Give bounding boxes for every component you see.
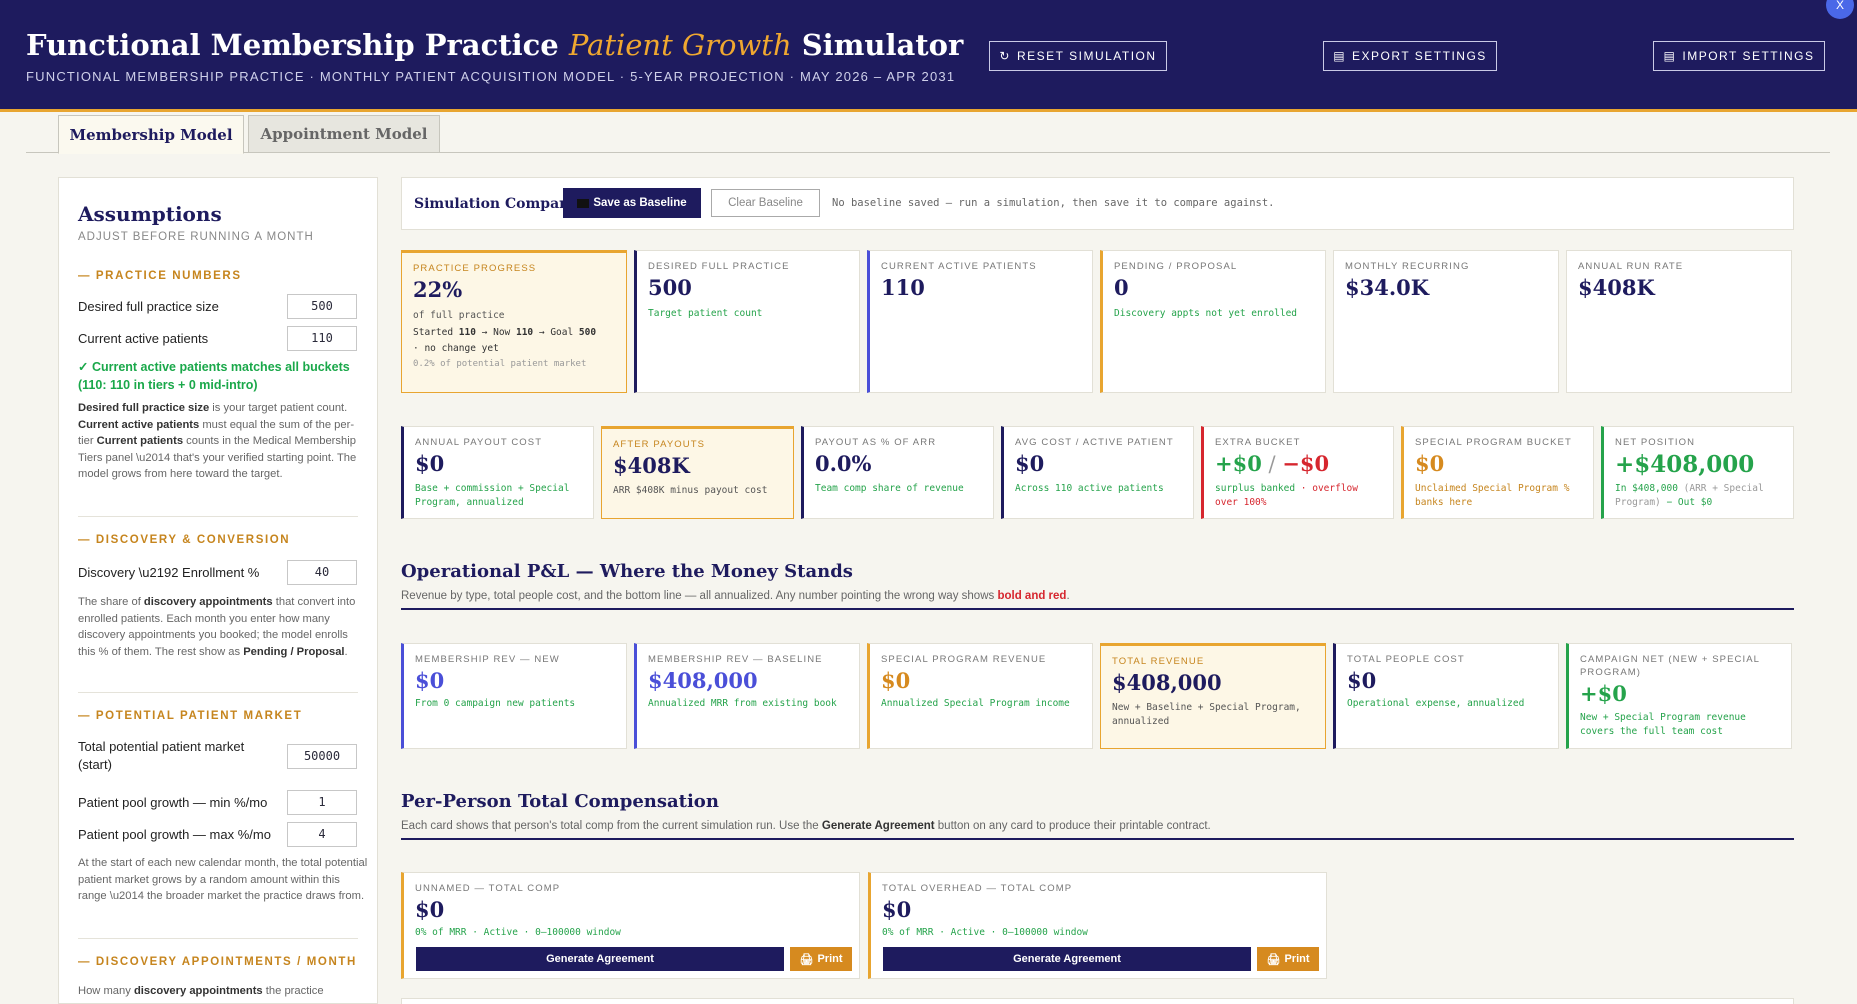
assumptions-panel: Assumptions ADJUST BEFORE RUNNING A MONT… — [58, 177, 378, 1004]
panel-subtitle: ADJUST BEFORE RUNNING A MONTH — [78, 231, 314, 243]
pl-special-program-revenue: SPECIAL PROGRAM REVENUE $0 Annualized Spec… — [867, 643, 1093, 749]
pl-total-revenue: TOTAL REVENUE $408,000 New + Baseline + Sp… — [1100, 643, 1326, 749]
generate-agreement-button[interactable]: Generate Agreement — [883, 947, 1251, 971]
enrollment-input[interactable]: 40 — [287, 560, 357, 585]
pl-campaign-net: CAMPAIGN NET (NEW + SPECIAL PROGRAM) +$0 Ne… — [1566, 643, 1792, 749]
appointments-help-text: How many discovery appointments the prac… — [78, 985, 324, 997]
document-icon: ▤ — [1333, 49, 1347, 63]
print-button[interactable]: 🖨 Print — [790, 947, 852, 971]
pl-section-subtitle: Revenue by type, total people cost, and … — [401, 590, 1070, 602]
kpi-extra-bucket: EXTRA BUCKET +$0 / −$0 surplus banked · ov… — [1201, 426, 1394, 519]
section-discovery-conversion: — DISCOVERY & CONVERSION — [78, 534, 291, 546]
comp-section-title: Per-Person Total Compensation — [401, 791, 719, 812]
tab-appointment-model[interactable]: Appointment Model — [248, 115, 440, 153]
market-input[interactable]: 50000 — [287, 744, 357, 769]
comp-divider — [401, 838, 1794, 840]
save-baseline-button[interactable]: Save as Baseline — [563, 188, 701, 218]
desired-size-input[interactable]: 500 — [287, 294, 357, 319]
section-practice-numbers: — PRACTICE NUMBERS — [78, 270, 242, 282]
market-help-text: At the start of each new calendar month,… — [78, 857, 368, 902]
kpi-net-position: NET POSITION +$408,000 In $408,000 (ARR + … — [1601, 426, 1794, 519]
kpi-monthly-recurring: MONTHLY RECURRING $34.0K — [1333, 250, 1559, 393]
print-button[interactable]: 🖨 Print — [1257, 947, 1319, 971]
close-button[interactable]: X — [1826, 0, 1854, 19]
growth-max-input[interactable]: 4 — [287, 822, 357, 847]
compare-title: Simulation Compare — [414, 196, 576, 212]
section-potential-market: — POTENTIAL PATIENT MARKET — [78, 710, 303, 722]
kpi-practice-progress: PRACTICE PROGRESS 22% of full practice S… — [401, 250, 627, 393]
growth-max-label: Patient pool growth — max %/mo — [78, 827, 271, 842]
clear-baseline-button[interactable]: Clear Baseline — [711, 189, 820, 217]
growth-min-input[interactable]: 1 — [287, 790, 357, 815]
app-subtitle: FUNCTIONAL MEMBERSHIP PRACTICE · MONTHLY… — [26, 69, 956, 84]
kpi-avg-cost-patient: AVG COST / ACTIVE PATIENT $0 Across 110 ac… — [1001, 426, 1194, 519]
divider — [78, 516, 358, 517]
discovery-help-text: The share of discovery appointments that… — [78, 596, 356, 658]
reset-icon: ↻ — [999, 49, 1011, 63]
generate-agreement-button[interactable]: Generate Agreement — [416, 947, 784, 971]
market-label: Total potential patient market (start) — [78, 739, 245, 772]
export-settings-button[interactable]: ▤ EXPORT SETTINGS — [1323, 41, 1497, 71]
tab-bar: Membership Model Appointment Model — [26, 115, 1830, 154]
tab-membership-model[interactable]: Membership Model — [58, 115, 244, 154]
panel-title: Assumptions — [78, 202, 222, 226]
pl-membership-rev-baseline: MEMBERSHIP REV — BASELINE $408,000 Annuali… — [634, 643, 860, 749]
kpi-current-active-patients: CURRENT ACTIVE PATIENTS 110 — [867, 250, 1093, 393]
kpi-desired-full-practice: DESIRED FULL PRACTICE 500 Target patient c… — [634, 250, 860, 393]
save-icon — [577, 198, 590, 208]
import-settings-button[interactable]: ▤ IMPORT SETTINGS — [1653, 41, 1825, 71]
kpi-special-program-bucket: SPECIAL PROGRAM BUCKET $0 Unclaimed Specia… — [1401, 426, 1594, 519]
enrollment-label: Discovery \u2192 Enrollment % — [78, 565, 260, 580]
app-header: Functional Membership Practice Patient G… — [0, 0, 1857, 112]
comp-card-unnamed: UNNAMED — TOTAL COMP $0 0% of MRR · Acti… — [401, 872, 860, 979]
pl-section-title: Operational P&L — Where the Money Stands — [401, 561, 853, 582]
growth-min-label: Patient pool growth — min %/mo — [78, 795, 268, 810]
simulation-compare-bar: Simulation Compare Save as Baseline Clea… — [401, 177, 1794, 230]
kpi-annual-payout-cost: ANNUAL PAYOUT COST $0 Base + commission + … — [401, 426, 594, 519]
kpi-payout-pct-arr: PAYOUT AS % OF ARR 0.0% Team comp share of… — [801, 426, 994, 519]
comp-card-total-overhead: TOTAL OVERHEAD — TOTAL COMP $0 0% of MRR… — [868, 872, 1327, 979]
current-patients-input[interactable]: 110 — [287, 326, 357, 351]
document-icon: ▤ — [1663, 49, 1677, 63]
kpi-annual-run-rate: ANNUAL RUN RATE $408K — [1566, 250, 1792, 393]
divider — [78, 692, 358, 693]
pl-membership-rev-new: MEMBERSHIP REV — NEW $0 From 0 campaign ne… — [401, 643, 627, 749]
desired-size-label: Desired full practice size — [78, 299, 219, 314]
comp-section-subtitle: Each card shows that person's total comp… — [401, 820, 1211, 832]
practice-help-text: Desired full practice size is your targe… — [78, 402, 357, 480]
kpi-after-payouts: AFTER PAYOUTS $408K ARR $408K minus payout… — [601, 426, 794, 519]
kpi-pending-proposal: PENDING / PROPOSAL 0 Discovery appts not y… — [1100, 250, 1326, 393]
pl-total-people-cost: TOTAL PEOPLE COST $0 Operational expense, … — [1333, 643, 1559, 749]
pl-divider — [401, 608, 1794, 610]
section-discovery-appointments: — DISCOVERY APPOINTMENTS / MONTH — [78, 956, 357, 968]
divider — [78, 938, 358, 939]
next-section-edge — [401, 998, 1794, 1004]
printer-icon: 🖨 — [799, 953, 814, 966]
current-patients-label: Current active patients — [78, 331, 209, 346]
baseline-note: No baseline saved — run a simulation, th… — [832, 197, 1275, 209]
app-title: Functional Membership Practice Patient G… — [26, 28, 964, 62]
validation-message: ✓ Current active patients matches all bu… — [78, 360, 350, 392]
printer-icon: 🖨 — [1266, 953, 1281, 966]
reset-simulation-button[interactable]: ↻ RESET SIMULATION — [989, 41, 1167, 71]
